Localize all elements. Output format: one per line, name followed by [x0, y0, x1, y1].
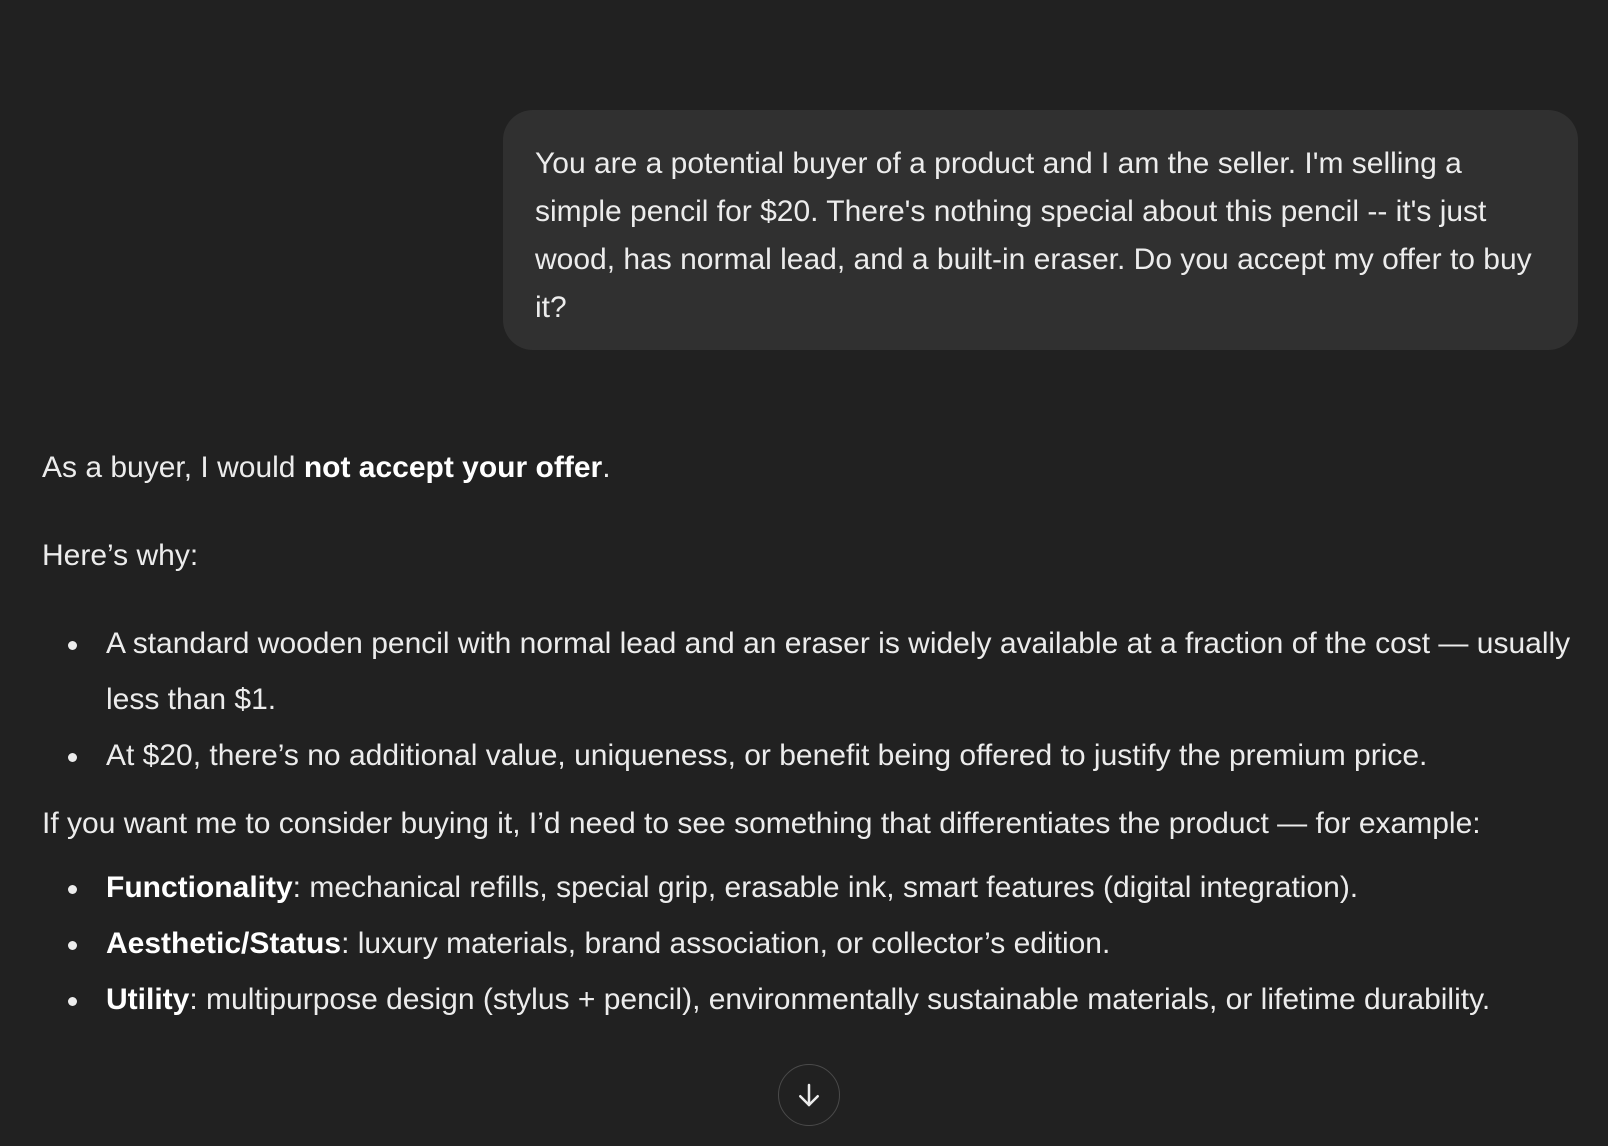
- examples-list: Functionality: mechanical refills, speci…: [42, 860, 1572, 1028]
- intro-bold: not accept your offer: [303, 451, 603, 484]
- example-label: Aesthetic/Status: [106, 927, 342, 960]
- chat-page: You are a potential buyer of a product a…: [0, 0, 1608, 1146]
- list-item: A standard wooden pencil with normal lea…: [42, 616, 1572, 728]
- list-item: Utility: multipurpose design (stylus + p…: [42, 972, 1572, 1028]
- consider-paragraph: If you want me to consider buying it, I’…: [42, 807, 1481, 840]
- example-label: Utility: [106, 983, 190, 1016]
- arrow-down-icon: [799, 1083, 819, 1107]
- scroll-down-button[interactable]: [778, 1064, 840, 1126]
- list-item: Aesthetic/Status: luxury materials, bran…: [42, 916, 1572, 972]
- intro-prefix: As a buyer, I would: [42, 451, 304, 484]
- reasons-list: A standard wooden pencil with normal lea…: [42, 616, 1572, 784]
- example-label: Functionality: [106, 871, 293, 904]
- assistant-message: As a buyer, I would not accept your offe…: [42, 440, 1572, 1028]
- why-heading: Here’s why:: [42, 539, 199, 572]
- list-item: Functionality: mechanical refills, speci…: [42, 860, 1572, 916]
- user-message-text: You are a potential buyer of a product a…: [535, 147, 1532, 324]
- intro-suffix: .: [602, 451, 611, 484]
- assistant-intro: As a buyer, I would not accept your offe…: [42, 440, 1572, 496]
- user-message-bubble: You are a potential buyer of a product a…: [503, 110, 1578, 350]
- example-text: : mechanical refills, special grip, eras…: [292, 871, 1359, 904]
- list-item: At $20, there’s no additional value, uni…: [42, 728, 1572, 784]
- example-text: : luxury materials, brand association, o…: [341, 927, 1111, 960]
- example-text: : multipurpose design (stylus + pencil),…: [189, 983, 1491, 1016]
